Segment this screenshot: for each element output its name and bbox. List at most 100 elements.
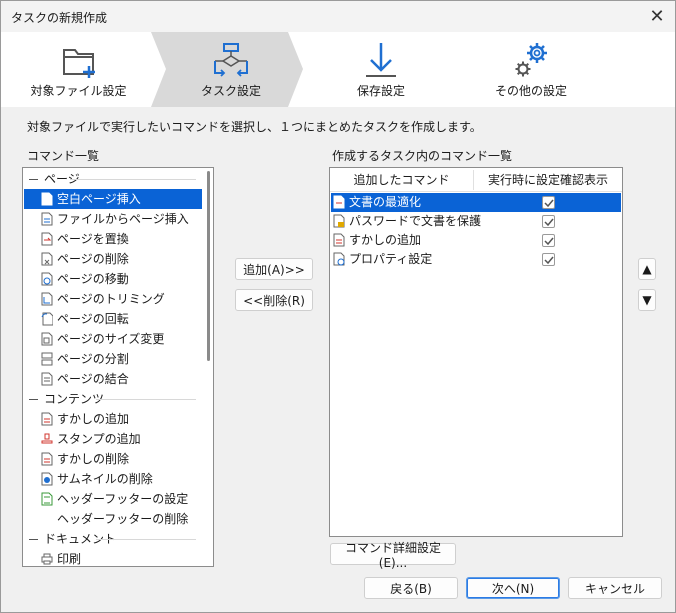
watermark-add-icon	[333, 233, 345, 247]
add-command-button[interactable]: 追加(A)>>	[235, 258, 313, 280]
move-up-button[interactable]: ▲	[638, 258, 656, 280]
list-item[interactable]: ヘッダーフッターの設定	[24, 489, 202, 509]
list-item[interactable]: ページのサイズ変更	[24, 329, 202, 349]
row-command-name: すかしの追加	[349, 233, 422, 247]
list-item-label: サムネイルの削除	[57, 472, 153, 486]
list-item-label: ヘッダーフッターの削除	[57, 512, 189, 526]
list-item[interactable]: スタンプの追加	[24, 429, 202, 449]
step-label: 対象ファイル設定	[30, 84, 127, 98]
row-command-name: パスワードで文書を保護	[349, 214, 482, 228]
list-item[interactable]: すかしの削除	[24, 449, 202, 469]
table-header: 追加したコマンド 実行時に設定確認表示	[330, 168, 622, 192]
table-row[interactable]: パスワードで文書を保護	[331, 212, 621, 231]
group-header-content[interactable]: コンテンツ	[24, 389, 202, 409]
list-item[interactable]: ページの移動	[24, 269, 202, 289]
task-flow-icon	[210, 40, 252, 83]
confirm-checkbox[interactable]	[542, 234, 555, 247]
col-header-confirm: 実行時に設定確認表示	[487, 173, 608, 187]
task-wizard-window: タスクの新規作成 ✕ 対象ファイル設定 タスク設定 保存設定 その他の設定 対象…	[0, 0, 676, 613]
list-item[interactable]: ヘッダーフッターの削除	[24, 509, 202, 529]
step-target-files: 対象ファイル設定	[1, 32, 156, 107]
list-item-label: ページの移動	[57, 272, 129, 286]
row-command-name: 文書の最適化	[349, 195, 422, 209]
list-item[interactable]: ページの分割	[24, 349, 202, 369]
list-item-label: 印刷	[57, 552, 82, 566]
scrollbar-thumb[interactable]	[207, 171, 210, 361]
close-icon[interactable]: ✕	[645, 4, 669, 28]
folder-add-icon	[59, 40, 99, 83]
list-item[interactable]: ページのトリミング	[24, 289, 202, 309]
window-title: タスクの新規作成	[11, 11, 108, 25]
group-header-page[interactable]: ページ	[24, 169, 202, 189]
step-other-settings: その他の設定	[456, 32, 606, 107]
group-header-document[interactable]: ドキュメント	[24, 529, 202, 549]
command-detail-button[interactable]: コマンド詳細設定(E)...	[330, 541, 456, 570]
table-row[interactable]: 文書の最適化	[331, 193, 621, 212]
task-command-table[interactable]: 追加したコマンド 実行時に設定確認表示 文書の最適化 パスワードで文書を保護 す…	[329, 167, 623, 537]
list-item-label: ページのサイズ変更	[57, 332, 165, 346]
instruction-text: 対象ファイルで実行したいコマンドを選択し、１つにまとめたタスクを作成します。	[27, 120, 482, 134]
list-item[interactable]: 空白ページ挿入	[24, 189, 202, 209]
list-item[interactable]: ページの回転	[24, 309, 202, 329]
row-command-name: プロパティ設定	[349, 252, 433, 266]
confirm-checkbox[interactable]	[542, 253, 555, 266]
move-page-icon	[41, 272, 53, 286]
confirm-checkbox[interactable]	[542, 215, 555, 228]
wizard-steps: 対象ファイル設定 タスク設定 保存設定 その他の設定	[1, 32, 675, 107]
next-button[interactable]: 次へ(N)	[466, 577, 560, 599]
password-protect-icon	[333, 214, 345, 228]
list-item[interactable]: サムネイルの削除	[24, 469, 202, 489]
resize-page-icon	[41, 332, 53, 346]
list-item[interactable]: 印刷	[24, 549, 202, 566]
step-label: その他の設定	[494, 84, 567, 98]
optimize-doc-icon	[333, 195, 345, 209]
list-item[interactable]: ページの削除	[24, 249, 202, 269]
command-listbox[interactable]: ページ 空白ページ挿入 ファイルからページ挿入 ページを置換 ページの削除 ペー…	[22, 167, 214, 567]
list-item-label: すかしの削除	[57, 452, 130, 466]
delete-page-icon	[41, 252, 53, 266]
list-item-label: ページのトリミング	[57, 292, 165, 306]
download-arrow-icon	[361, 40, 401, 83]
remove-command-button[interactable]: <<削除(R)	[235, 289, 313, 311]
list-item-label: ページの削除	[57, 252, 129, 266]
list-item[interactable]: ファイルからページ挿入	[24, 209, 202, 229]
stamp-icon	[41, 432, 53, 446]
crop-page-icon	[41, 292, 53, 306]
command-list-scrollbar[interactable]	[204, 169, 212, 565]
back-button[interactable]: 戻る(B)	[364, 577, 458, 599]
list-item-label: ヘッダーフッターの設定	[57, 492, 189, 506]
list-item[interactable]: ページを置換	[24, 229, 202, 249]
cancel-button[interactable]: キャンセル	[568, 577, 662, 599]
task-list-label: 作成するタスク内のコマンド一覧	[332, 149, 513, 163]
step-label: 保存設定	[356, 84, 405, 98]
header-footer-icon	[41, 492, 53, 506]
table-row[interactable]: プロパティ設定	[331, 250, 621, 269]
properties-icon	[333, 252, 345, 266]
replace-page-icon	[41, 232, 53, 246]
command-list-content: ページ 空白ページ挿入 ファイルからページ挿入 ページを置換 ページの削除 ペー…	[24, 169, 202, 566]
list-item-label: ページの結合	[57, 372, 129, 386]
step-label: タスク設定	[200, 84, 261, 98]
thumbnail-delete-icon	[41, 472, 53, 486]
list-item-label: ページの分割	[57, 352, 129, 366]
confirm-checkbox[interactable]	[542, 196, 555, 209]
rotate-page-icon	[41, 312, 54, 326]
col-header-command: 追加したコマンド	[353, 173, 450, 187]
split-page-icon	[41, 352, 53, 366]
list-item-label: ページの回転	[57, 312, 129, 326]
title-bar: タスクの新規作成 ✕	[1, 1, 675, 32]
step-save-settings: 保存設定	[306, 32, 456, 107]
header-footer-delete-icon	[41, 512, 53, 526]
list-item-label: ページを置換	[57, 232, 129, 246]
blank-page-icon	[41, 192, 53, 206]
printer-icon	[41, 552, 53, 566]
insert-file-icon	[41, 212, 53, 226]
list-item[interactable]: すかしの追加	[24, 409, 202, 429]
step-task-settings: タスク設定	[156, 32, 306, 107]
move-down-button[interactable]: ▼	[638, 289, 656, 311]
list-item[interactable]: ページの結合	[24, 369, 202, 389]
watermark-delete-icon	[41, 452, 53, 466]
merge-page-icon	[41, 372, 53, 386]
table-row[interactable]: すかしの追加	[331, 231, 621, 250]
list-item-label: ファイルからページ挿入	[57, 212, 189, 226]
